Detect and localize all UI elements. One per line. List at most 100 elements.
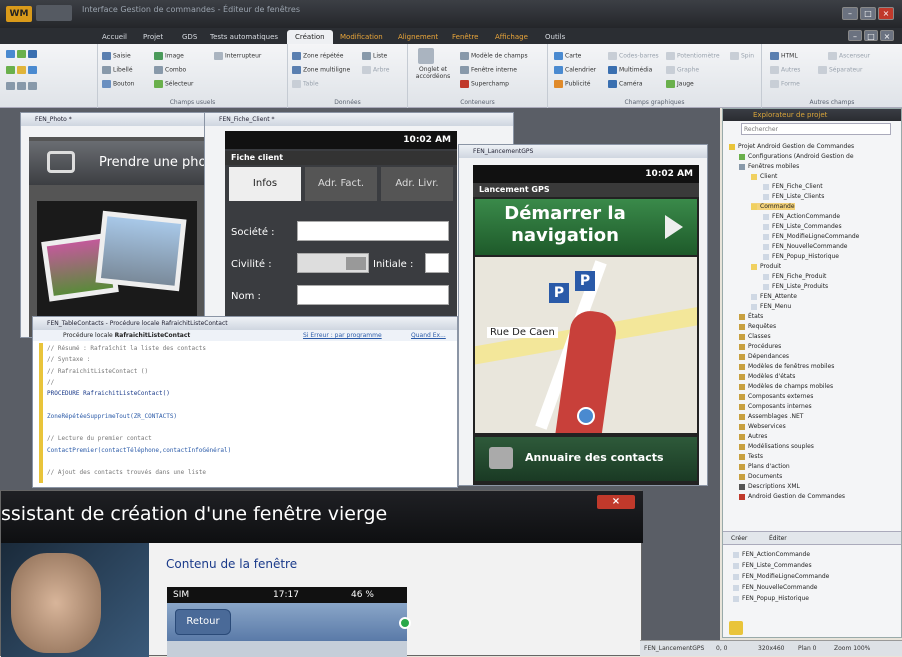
- tree-item[interactable]: FEN_Menu: [751, 303, 791, 310]
- ribbon-table[interactable]: Table: [292, 80, 319, 88]
- tree-item[interactable]: FEN_NouvelleCommande: [763, 243, 848, 250]
- tree-item-selected[interactable]: Commande: [751, 203, 795, 210]
- tree-item[interactable]: Classes: [739, 333, 771, 340]
- ribbon-spin[interactable]: Spin: [730, 52, 754, 60]
- ribbon-calendrier[interactable]: Calendrier: [554, 66, 596, 74]
- tree-item[interactable]: États: [739, 313, 763, 320]
- doc-restore-button[interactable]: □: [864, 30, 878, 41]
- window-fen-lancement-gps[interactable]: FEN_LancementGPS 10:02 AM Lancement GPS …: [458, 144, 708, 486]
- take-photo-button[interactable]: Prendre une photo: [29, 141, 219, 185]
- tree-item[interactable]: Fenêtres mobiles: [739, 163, 799, 170]
- window-fen-photo[interactable]: FEN_Photo * Prendre une photo: [20, 112, 219, 338]
- tree-item[interactable]: Configurations (Android Gestion de: [739, 153, 854, 160]
- ribbon-saisie[interactable]: Saisie: [102, 52, 131, 60]
- tab-adr-livr[interactable]: Adr. Livr.: [381, 167, 453, 201]
- societe-input[interactable]: [297, 221, 449, 241]
- ribbon-codes-barres[interactable]: Codes-barres: [608, 52, 659, 60]
- ribbon-liste[interactable]: Liste: [362, 52, 387, 60]
- tree-item[interactable]: Procédures: [739, 343, 781, 350]
- explorer-search-input[interactable]: [741, 123, 891, 135]
- code-area[interactable]: // Résumé : Rafraîchit la liste des cont…: [47, 343, 453, 479]
- tree-item[interactable]: Modélisations souples: [739, 443, 814, 450]
- back-button[interactable]: Retour: [175, 609, 231, 635]
- ribbon-carte[interactable]: Carte: [554, 52, 581, 60]
- close-button[interactable]: ×: [878, 7, 894, 20]
- ribbon-libelle[interactable]: Libellé: [102, 66, 133, 74]
- list-item[interactable]: FEN_ActionCommande: [733, 551, 810, 558]
- tree-item[interactable]: Modèles de champs mobiles: [739, 383, 833, 390]
- tree-item[interactable]: Produit: [751, 263, 781, 270]
- tree-item[interactable]: Composants internes: [739, 403, 812, 410]
- tree-item[interactable]: Autres: [739, 433, 767, 440]
- tree-item[interactable]: Requêtes: [739, 323, 776, 330]
- search-icon[interactable]: [729, 621, 743, 635]
- tab-gds[interactable]: GDS: [182, 30, 197, 44]
- tab-creation[interactable]: Création: [287, 30, 333, 44]
- doc-close-button[interactable]: ×: [880, 30, 894, 41]
- tree-item[interactable]: FEN_Attente: [751, 293, 797, 300]
- minimize-button[interactable]: –: [842, 7, 858, 20]
- create-button[interactable]: Créer: [731, 535, 747, 542]
- tab-outils[interactable]: Outils: [545, 30, 565, 44]
- quick-access-toolbar[interactable]: [36, 5, 72, 21]
- tree-item[interactable]: FEN_Fiche_Client: [763, 183, 823, 190]
- tree-item[interactable]: Documents: [739, 473, 782, 480]
- edit-button[interactable]: Éditer: [769, 535, 787, 542]
- list-item[interactable]: FEN_Popup_Historique: [733, 595, 809, 602]
- ribbon-html[interactable]: HTML: [770, 52, 798, 60]
- tree-item[interactable]: Descriptions XML: [739, 483, 800, 490]
- ribbon-selecteur[interactable]: Sélecteur: [154, 80, 193, 88]
- initiale-input[interactable]: [425, 253, 449, 273]
- ribbon-forme[interactable]: Forme: [770, 80, 800, 88]
- tab-projet[interactable]: Projet: [143, 30, 163, 44]
- tree-item[interactable]: Projet Android Gestion de Commandes: [729, 143, 854, 150]
- tab-tests[interactable]: Tests automatiques: [210, 30, 278, 44]
- ribbon-jauge[interactable]: Jauge: [666, 80, 694, 88]
- ribbon-onglet[interactable]: Onglet et accordéons: [412, 66, 454, 80]
- tab-fenetre[interactable]: Fenêtre: [452, 30, 478, 44]
- tree-item[interactable]: Android Gestion de Commandes: [739, 493, 845, 500]
- error-handling-link[interactable]: Si Erreur : par programme: [303, 330, 382, 341]
- contacts-button[interactable]: Annuaire des contacts: [475, 437, 697, 481]
- ribbon-superchamp[interactable]: Superchamp: [460, 80, 509, 88]
- ribbon-zone-repetee[interactable]: Zone répétée: [292, 52, 343, 60]
- ribbon-combo[interactable]: Combo: [154, 66, 186, 74]
- tree-item[interactable]: Assemblages .NET: [739, 413, 803, 420]
- window-code-editor[interactable]: FEN_TableContacts - Procédure locale Raf…: [32, 316, 458, 488]
- ribbon-camera[interactable]: Caméra: [608, 80, 643, 88]
- status-zoom[interactable]: Zoom 100%: [834, 645, 870, 652]
- tree-item[interactable]: Modèles de fenêtres mobiles: [739, 363, 834, 370]
- list-item[interactable]: FEN_ModifieLigneCommande: [733, 573, 829, 580]
- ribbon-image[interactable]: Image: [154, 52, 184, 60]
- list-item[interactable]: FEN_NouvelleCommande: [733, 584, 818, 591]
- ribbon-separateur[interactable]: Séparateur: [818, 66, 862, 74]
- tree-item[interactable]: FEN_Liste_Clients: [763, 193, 824, 200]
- nom-input[interactable]: [297, 285, 449, 305]
- tree-item[interactable]: FEN_Liste_Commandes: [763, 223, 842, 230]
- tree-item[interactable]: FEN_ModifieLigneCommande: [763, 233, 859, 240]
- tree-item[interactable]: Modèles d'états: [739, 373, 795, 380]
- tab-infos[interactable]: Infos: [229, 167, 301, 201]
- tree-item[interactable]: FEN_Popup_Historique: [763, 253, 839, 260]
- tree-item[interactable]: FEN_Fiche_Produit: [763, 273, 826, 280]
- ribbon-bouton[interactable]: Bouton: [102, 80, 134, 88]
- ribbon-modele-champs[interactable]: Modèle de champs: [460, 52, 528, 60]
- tab-affichage[interactable]: Affichage: [495, 30, 528, 44]
- tab-accueil[interactable]: Accueil: [102, 30, 127, 44]
- list-item[interactable]: FEN_Liste_Commandes: [733, 562, 812, 569]
- tree-item[interactable]: FEN_Liste_Produits: [763, 283, 828, 290]
- tree-item[interactable]: Plans d'action: [739, 463, 790, 470]
- exception-link[interactable]: Quand Ex...: [411, 330, 446, 341]
- tree-item[interactable]: Client: [751, 173, 777, 180]
- ribbon-publicite[interactable]: Publicité: [554, 80, 590, 88]
- tab-adr-fact[interactable]: Adr. Fact.: [305, 167, 377, 201]
- wizard-close-button[interactable]: ×: [597, 495, 635, 509]
- ribbon-autres[interactable]: Autres: [770, 66, 800, 74]
- tree-item[interactable]: FEN_ActionCommande: [763, 213, 840, 220]
- maximize-button[interactable]: □: [860, 7, 876, 20]
- civilite-combo[interactable]: [297, 253, 369, 273]
- ribbon-interrupteur[interactable]: Interrupteur: [214, 52, 261, 60]
- tab-modification[interactable]: Modification: [340, 30, 383, 44]
- tree-item[interactable]: Webservices: [739, 423, 786, 430]
- tree-item[interactable]: Tests: [739, 453, 763, 460]
